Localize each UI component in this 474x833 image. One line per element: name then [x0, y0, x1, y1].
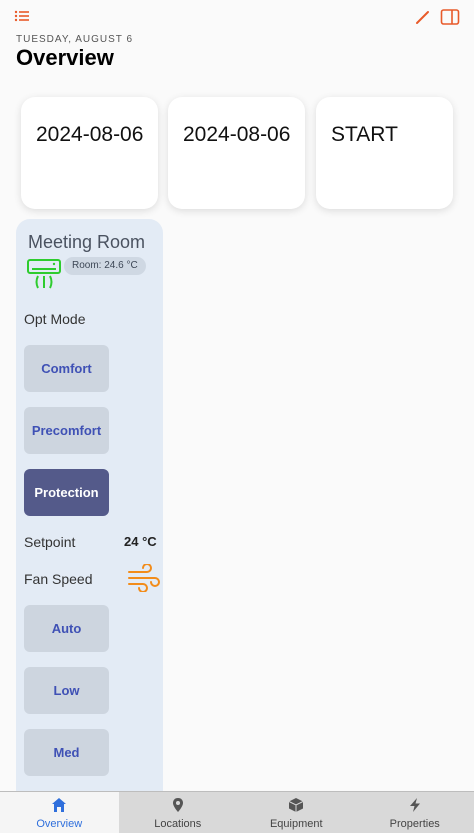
tab-label: Equipment — [269, 818, 323, 830]
tab-locations[interactable]: Locations — [119, 792, 238, 833]
top-bar — [0, 0, 474, 32]
fan-low-button[interactable]: Low — [24, 667, 109, 714]
list-menu-icon[interactable] — [14, 9, 34, 25]
side-panel-icon[interactable] — [440, 8, 460, 26]
box-icon — [289, 798, 304, 812]
tab-properties[interactable]: Properties — [356, 792, 474, 833]
setpoint-value: 24 °C — [124, 534, 157, 549]
map-pin-icon — [172, 798, 183, 812]
room-temperature-badge: Room: 24.6 °C — [64, 257, 146, 275]
comfort-button[interactable]: Comfort — [24, 345, 109, 392]
pencil-icon[interactable] — [414, 8, 432, 26]
start-card[interactable]: START — [316, 97, 453, 209]
room-name: Meeting Room — [28, 232, 146, 252]
date-subtitle: TUESDAY, AUGUST 6 — [16, 34, 134, 45]
date-card[interactable]: 2024-08-06 — [21, 97, 158, 209]
fan-speed-label: Fan Speed — [24, 571, 93, 587]
bolt-icon — [409, 798, 420, 812]
tab-overview[interactable]: Overview — [0, 792, 119, 833]
opt-mode-label: Opt Mode — [24, 311, 86, 327]
tab-label: Locations — [154, 818, 202, 830]
tab-label: Properties — [389, 818, 440, 830]
tab-equipment[interactable]: Equipment — [237, 792, 356, 833]
card-label: 2024-08-06 — [183, 123, 291, 146]
setpoint-label: Setpoint — [24, 534, 76, 550]
protection-button[interactable]: Protection — [24, 469, 109, 516]
fan-auto-button[interactable]: Auto — [24, 605, 109, 652]
page-title: Overview — [16, 45, 114, 70]
date-card[interactable]: 2024-08-06 — [168, 97, 305, 209]
room-card: Meeting Room Room: 24.6 °C Opt Mode Comf… — [16, 219, 163, 799]
home-icon — [52, 798, 67, 812]
card-label: START — [331, 123, 398, 146]
precomfort-button[interactable]: Precomfort — [24, 407, 109, 454]
tab-label: Overview — [36, 818, 83, 830]
air-conditioner-icon — [27, 259, 61, 289]
bottom-tab-bar: Overview Locations Equipment Properties — [0, 791, 474, 833]
fan-med-button[interactable]: Med — [24, 729, 109, 776]
card-label: 2024-08-06 — [36, 123, 144, 146]
wind-icon — [128, 564, 160, 592]
